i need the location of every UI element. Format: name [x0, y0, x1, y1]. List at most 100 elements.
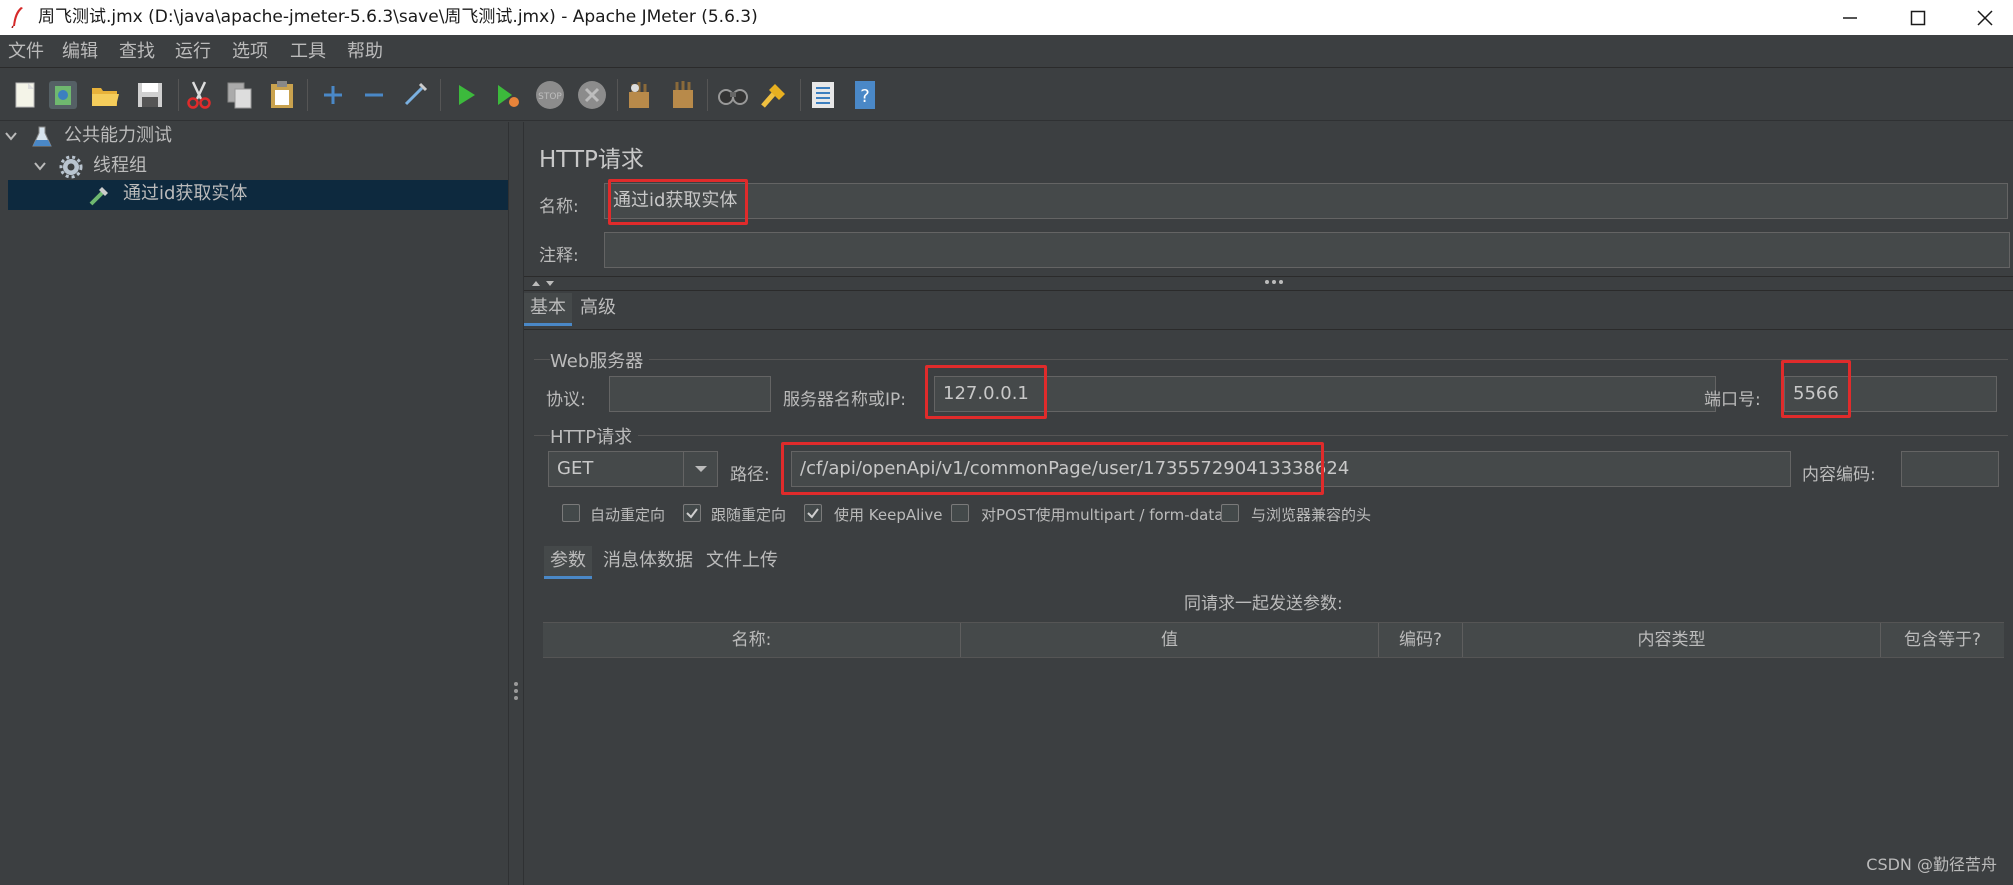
function-helper-button[interactable] [806, 78, 840, 112]
port-label: 端口号: [1704, 390, 1761, 410]
save-button[interactable] [133, 78, 167, 112]
copy-button[interactable] [223, 78, 257, 112]
server-name-input[interactable]: 127.0.0.1 [934, 376, 1716, 412]
tree-label-http-sampler: 通过id获取实体 [123, 183, 248, 204]
minimize-button[interactable] [1820, 0, 1880, 35]
maximize-button[interactable] [1888, 0, 1948, 35]
thread-group-gear-icon [59, 155, 83, 179]
menu-run[interactable]: 运行 [175, 40, 211, 64]
checkbox-keepalive[interactable] [804, 504, 822, 522]
checkbox-follow-redirect[interactable] [683, 504, 701, 522]
checkbox-browser-headers[interactable] [1221, 504, 1239, 522]
collapse-icon [365, 93, 383, 97]
checkbox-label-keepalive: 使用 KeepAlive [834, 506, 943, 524]
tab-basic[interactable]: 基本 [524, 293, 572, 326]
checkmark-icon [807, 508, 819, 519]
tab-advanced[interactable]: 高级 [574, 293, 622, 323]
column-header-content-type[interactable]: 内容类型 [1463, 623, 1881, 657]
start-no-pause-icon [498, 85, 519, 107]
clear-all-icon [673, 81, 693, 108]
paste-button[interactable] [265, 78, 299, 112]
http-request-group-title: HTTP请求 [550, 423, 639, 449]
chevron-down-icon[interactable] [4, 130, 18, 142]
comment-input[interactable] [604, 232, 2010, 268]
tab-files-upload[interactable]: 文件上传 [700, 546, 784, 576]
column-header-include-equals[interactable]: 包含等于? [1881, 623, 2004, 657]
svg-text:STOP: STOP [538, 92, 562, 102]
column-header-value[interactable]: 值 [961, 623, 1379, 657]
tree-node-http-sampler[interactable]: 通过id获取实体 [8, 180, 508, 210]
checkbox-auto-redirect[interactable] [562, 504, 580, 522]
checkbox-multipart[interactable] [951, 504, 969, 522]
tree-node-test-plan[interactable]: 公共能力测试 [0, 122, 508, 150]
help-icon: ? [855, 81, 875, 109]
toggle-button[interactable] [398, 78, 432, 112]
reset-search-button[interactable] [757, 78, 791, 112]
http-request-editor: HTTP请求 名称: 通过id获取实体 注释: 基本 高级 Web服务器 协议:… [524, 122, 2013, 885]
tab-parameters[interactable]: 参数 [544, 546, 592, 579]
toggle-icon [404, 82, 428, 106]
http-sampler-pipette-icon [89, 187, 108, 206]
protocol-label: 协议: [546, 390, 586, 410]
menu-help[interactable]: 帮助 [347, 40, 383, 64]
method-dropdown-arrow[interactable] [683, 452, 717, 486]
method-select-value: GET [557, 458, 594, 479]
path-label: 路径: [730, 465, 770, 485]
start-icon [459, 85, 475, 105]
column-header-encode[interactable]: 编码? [1379, 623, 1463, 657]
clear-button[interactable] [623, 78, 657, 112]
test-plan-flask-icon [32, 126, 52, 147]
shutdown-button[interactable] [575, 78, 609, 112]
test-plan-tree: 公共能力测试 线程组 通过id获取实体 [0, 122, 508, 885]
content-encoding-input[interactable] [1901, 451, 1999, 487]
title-bar: 周飞测试.jmx (D:\java\apache-jmeter-5.6.3\sa… [0, 0, 2013, 35]
search-button[interactable] [716, 78, 750, 112]
save-icon [138, 83, 162, 107]
menu-tools[interactable]: 工具 [290, 40, 326, 64]
close-icon [1977, 9, 1993, 26]
menu-file[interactable]: 文件 [8, 40, 44, 64]
open-icon [92, 88, 119, 106]
column-header-name[interactable]: 名称: [543, 623, 961, 657]
web-server-group-title: Web服务器 [550, 347, 650, 373]
stop-button[interactable]: STOP [533, 78, 567, 112]
minimize-icon [1843, 16, 1857, 19]
clear-all-button[interactable] [665, 78, 699, 112]
svg-text:?: ? [860, 86, 870, 107]
checkmark-icon [686, 508, 698, 519]
menu-options[interactable]: 选项 [232, 40, 268, 64]
expand-all-button[interactable] [316, 78, 350, 112]
menu-edit[interactable]: 编辑 [62, 40, 98, 64]
cut-icon [187, 81, 211, 109]
collapse-arrows-icon[interactable] [530, 278, 560, 288]
checkbox-label-follow-redirect: 跟随重定向 [711, 506, 787, 524]
collapse-all-button[interactable] [357, 78, 391, 112]
cut-button[interactable] [182, 78, 216, 112]
highlight-box-name [608, 179, 748, 225]
start-button[interactable] [449, 78, 483, 112]
panel-splitter[interactable] [508, 122, 524, 885]
highlight-box-path [781, 442, 1324, 495]
drag-handle-icon[interactable] [1264, 279, 1284, 285]
maximize-icon [1910, 10, 1926, 25]
help-button[interactable]: ? [848, 78, 882, 112]
templates-button[interactable] [46, 78, 80, 112]
method-select[interactable]: GET [548, 451, 718, 487]
start-no-pauses-button[interactable] [490, 78, 524, 112]
new-button[interactable] [8, 78, 42, 112]
name-input[interactable]: 通过id获取实体 [604, 183, 2008, 219]
chevron-down-icon [694, 466, 707, 472]
comment-label: 注释: [539, 246, 579, 266]
open-button[interactable] [88, 78, 122, 112]
tab-body-data[interactable]: 消息体数据 [597, 546, 699, 576]
tree-label-thread-group: 线程组 [93, 155, 147, 176]
close-button[interactable] [1955, 0, 2013, 35]
menu-search[interactable]: 查找 [119, 40, 155, 64]
tree-node-thread-group[interactable]: 线程组 [0, 152, 508, 180]
protocol-input[interactable] [609, 376, 771, 412]
chevron-down-icon[interactable] [33, 160, 47, 172]
params-table-header: 名称: 值 编码? 内容类型 包含等于? [543, 622, 2004, 658]
paste-icon [271, 81, 293, 108]
expand-icon [324, 86, 342, 104]
shutdown-icon [578, 81, 606, 109]
